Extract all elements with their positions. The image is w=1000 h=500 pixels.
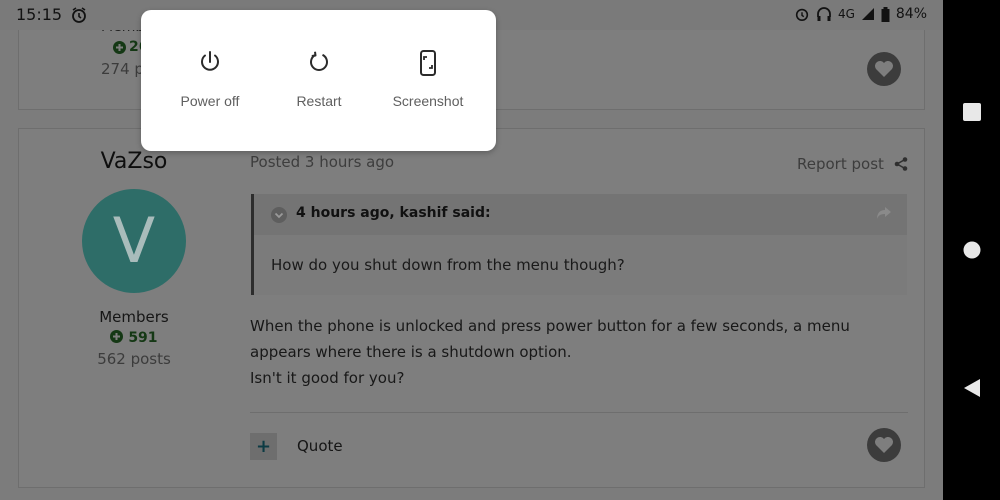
post-body: When the phone is unlocked and press pow…	[250, 313, 890, 391]
battery-percent: 84%	[895, 6, 927, 22]
plus-circle-icon	[110, 330, 124, 343]
recents-icon	[962, 103, 981, 121]
chevron-down-icon[interactable]	[271, 207, 287, 223]
recents-button[interactable]	[943, 100, 1000, 124]
status-icons: 4G 84%	[794, 6, 927, 22]
alarm-icon	[794, 6, 810, 22]
like-button[interactable]	[867, 428, 901, 462]
post-card: VaZso V Members 591 562 posts Posted 3 h…	[18, 128, 925, 488]
quote-text: How do you shut down from the menu thoug…	[271, 256, 625, 274]
post-body-line: Isn't it good for you?	[250, 369, 405, 387]
power-icon	[198, 50, 222, 74]
go-to-quote-icon[interactable]	[876, 206, 892, 220]
restart-icon	[307, 50, 331, 74]
power-off-label: Power off	[180, 93, 240, 109]
quote-button[interactable]: Quote	[297, 437, 343, 455]
post-body-line: When the phone is unlocked and press pow…	[250, 317, 850, 335]
back-icon	[963, 379, 980, 397]
reputation-value: 591	[128, 330, 158, 346]
author-reputation: 591	[19, 330, 249, 346]
network-type: 4G	[837, 7, 855, 21]
avatar[interactable]: V	[82, 189, 186, 293]
headphones-icon	[816, 6, 832, 22]
browser-screen: 15:15 4G 84% Members	[0, 0, 943, 500]
home-icon	[963, 241, 980, 259]
author-name[interactable]: VaZso	[19, 149, 249, 174]
home-button[interactable]	[943, 238, 1000, 262]
power-menu: Power off Restart Screenshot	[141, 10, 496, 151]
quote-author: 4 hours ago, kashif said:	[296, 205, 491, 221]
heart-icon	[875, 61, 893, 77]
plus-circle-icon	[113, 40, 126, 54]
author-group: Members	[99, 308, 169, 326]
share-icon	[894, 157, 908, 171]
heart-icon	[875, 437, 893, 453]
previous-like-button[interactable]	[867, 52, 901, 86]
alarm-icon	[70, 6, 88, 24]
screenshot-label: Screenshot	[392, 93, 464, 109]
power-off-button[interactable]: Power off	[155, 10, 265, 151]
author-posts-count: 562 posts	[97, 350, 171, 368]
battery-icon	[881, 6, 890, 22]
quote-header: 4 hours ago, kashif said:	[254, 194, 907, 235]
post-divider	[250, 412, 908, 413]
multiquote-button[interactable]: +	[250, 433, 277, 460]
report-post-link[interactable]: Report post	[797, 155, 884, 173]
screenshot-icon	[416, 50, 440, 76]
quote-block: 4 hours ago, kashif said: How do you shu…	[251, 194, 907, 295]
posted-time[interactable]: Posted 3 hours ago	[250, 153, 394, 171]
signal-icon	[861, 7, 875, 21]
restart-button[interactable]: Restart	[264, 10, 374, 151]
status-time: 15:15	[16, 5, 63, 24]
post-body-line: appears where there is a shutdown option…	[250, 343, 572, 361]
screenshot-button[interactable]: Screenshot	[373, 10, 483, 151]
restart-label: Restart	[296, 93, 342, 109]
back-button[interactable]	[943, 376, 1000, 400]
share-button[interactable]	[894, 156, 908, 175]
navigation-bar	[943, 0, 1000, 500]
